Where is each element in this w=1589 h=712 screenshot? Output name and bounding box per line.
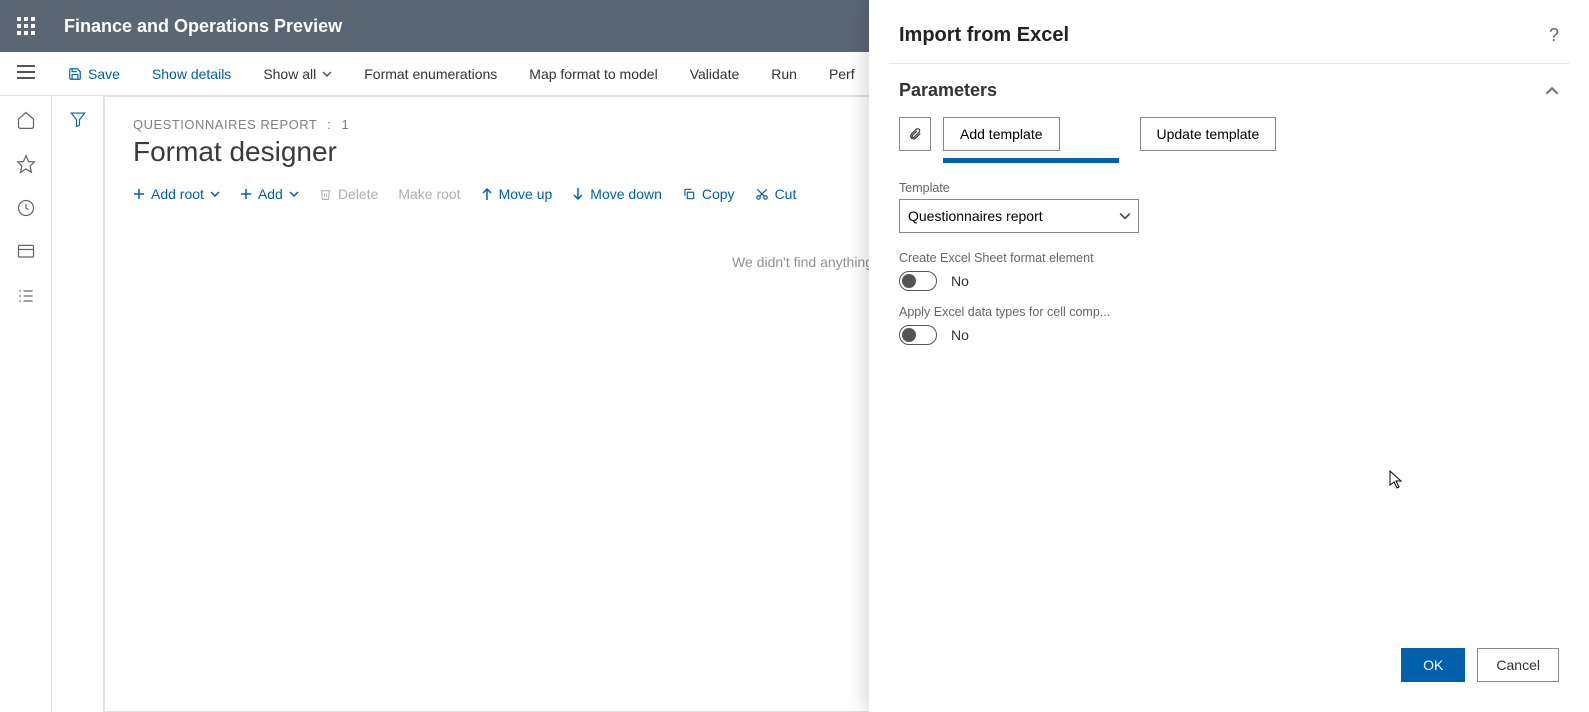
apply-types-toggle[interactable] (899, 325, 937, 345)
left-nav-rail (0, 96, 52, 712)
filter-rail (52, 96, 104, 712)
parameters-body: Add template Update template Template Qu… (869, 109, 1589, 367)
format-enumerations-button[interactable]: Format enumerations (348, 52, 513, 95)
chevron-down-icon (322, 69, 332, 79)
add-template-button[interactable]: Add template (943, 117, 1060, 151)
arrow-down-icon (572, 187, 584, 201)
apply-types-value: No (951, 327, 969, 343)
plus-icon (240, 188, 252, 200)
add-root-button[interactable]: Add root (133, 186, 220, 202)
panel-title: Import from Excel (899, 24, 1069, 47)
hamburger-icon (17, 65, 35, 79)
show-details-button[interactable]: Show details (136, 52, 247, 95)
copy-button[interactable]: Copy (682, 186, 735, 202)
template-select[interactable]: Questionnaires report (899, 199, 1139, 233)
modules-icon[interactable] (16, 286, 36, 306)
selection-underline (943, 158, 1119, 163)
show-all-button[interactable]: Show all (247, 52, 348, 95)
chevron-down-icon (210, 191, 220, 197)
plus-icon (133, 188, 145, 200)
move-up-button[interactable]: Move up (481, 186, 553, 202)
create-sheet-label: Create Excel Sheet format element (899, 251, 1559, 265)
app-launcher-button[interactable] (0, 17, 52, 35)
map-format-to-model-button[interactable]: Map format to model (513, 52, 673, 95)
perf-button[interactable]: Perf (813, 52, 871, 95)
run-button[interactable]: Run (755, 52, 813, 95)
make-root-button[interactable]: Make root (398, 186, 460, 202)
apply-types-label: Apply Excel data types for cell comp... (899, 305, 1559, 319)
arrow-up-icon (481, 187, 493, 201)
add-button[interactable]: Add (240, 186, 299, 202)
home-icon[interactable] (16, 110, 36, 130)
create-sheet-value: No (951, 273, 969, 289)
parameters-section-header[interactable]: Parameters (869, 64, 1589, 109)
nav-toggle-button[interactable] (0, 65, 52, 82)
trash-icon (319, 187, 332, 201)
save-icon (68, 67, 82, 81)
cut-icon (755, 187, 769, 201)
chevron-down-icon (289, 191, 299, 197)
delete-button[interactable]: Delete (319, 186, 378, 202)
copy-icon (682, 187, 696, 201)
create-sheet-toggle[interactable] (899, 271, 937, 291)
update-template-button[interactable]: Update template (1140, 117, 1277, 151)
move-down-button[interactable]: Move down (572, 186, 662, 202)
attachment-button[interactable] (899, 117, 931, 151)
template-field-label: Template (899, 181, 1559, 195)
app-title: Finance and Operations Preview (64, 16, 342, 37)
save-button[interactable]: Save (52, 52, 136, 95)
waffle-icon (17, 17, 35, 35)
paperclip-icon (908, 125, 922, 143)
cut-button[interactable]: Cut (755, 186, 797, 202)
recent-icon[interactable] (16, 198, 36, 218)
cancel-button[interactable]: Cancel (1477, 648, 1559, 682)
ok-button[interactable]: OK (1401, 648, 1465, 682)
workspace-icon[interactable] (16, 242, 36, 262)
parameters-title: Parameters (899, 80, 997, 101)
star-icon[interactable] (16, 154, 36, 174)
import-from-excel-panel: Import from Excel ? Parameters Add templ… (869, 0, 1589, 712)
chevron-up-icon (1545, 86, 1559, 96)
filter-icon[interactable] (69, 110, 87, 128)
validate-button[interactable]: Validate (674, 52, 756, 95)
help-icon[interactable]: ? (1549, 25, 1559, 46)
